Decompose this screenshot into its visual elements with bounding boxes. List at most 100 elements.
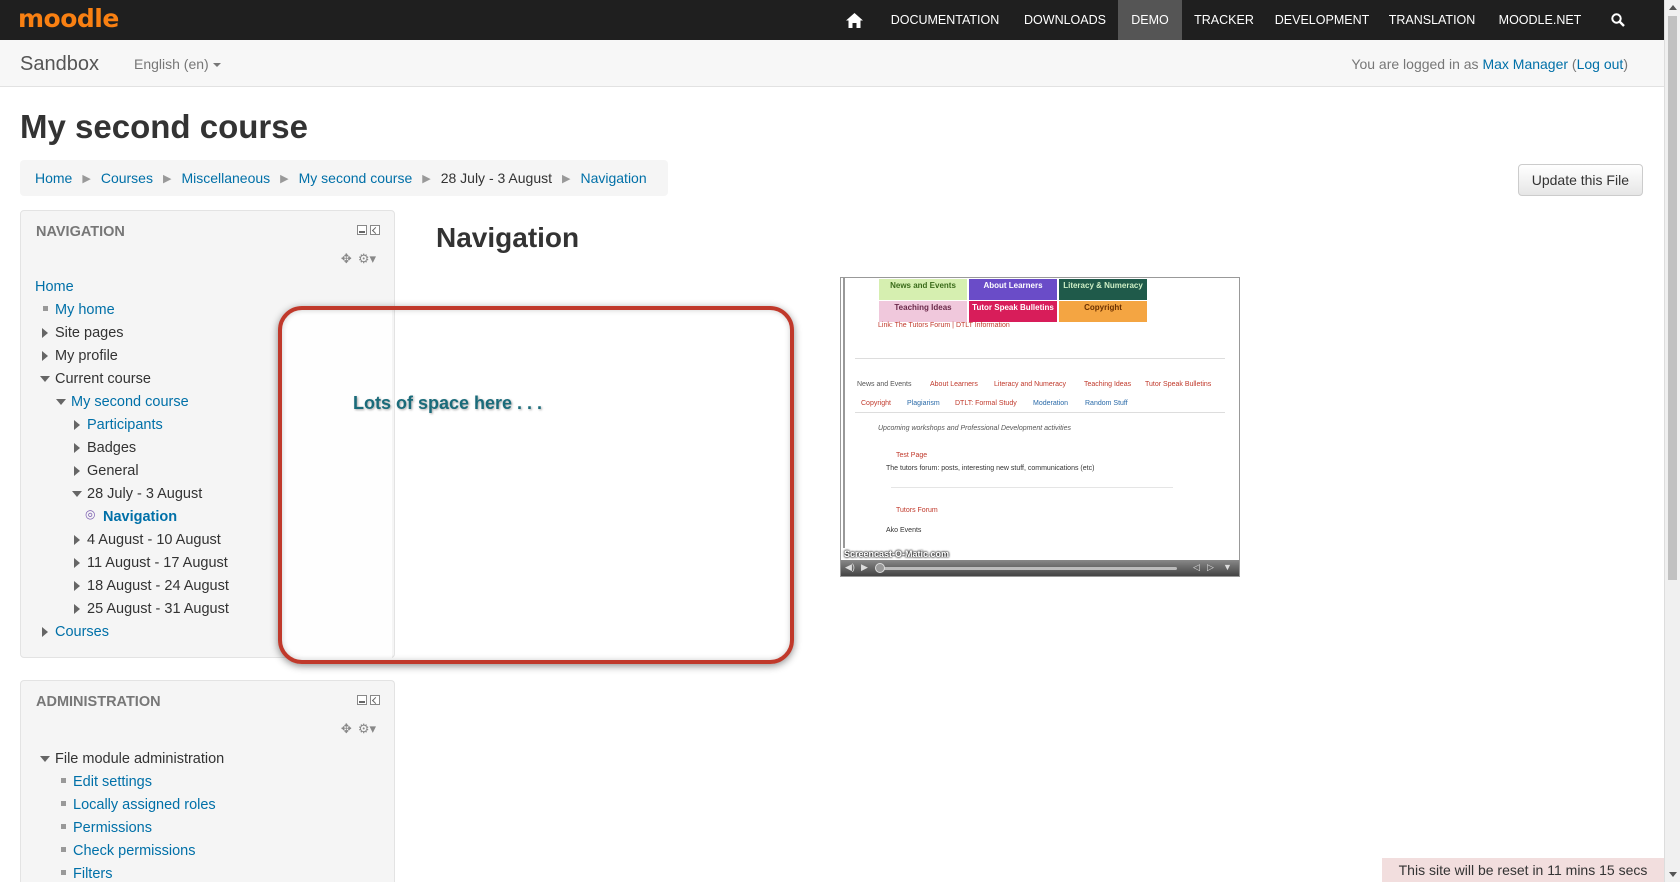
nav-item-participants[interactable]: Participants [87, 417, 163, 433]
video-link-line: Link: The Tutors Forum | DTLT Informatio… [878, 322, 1010, 329]
bullet-icon [43, 306, 48, 311]
collapse-icon[interactable] [40, 756, 50, 762]
seek-handle[interactable] [875, 563, 885, 573]
nav-item-general[interactable]: General [87, 463, 139, 479]
nav-item-week-11-august[interactable]: 11 August - 17 August [87, 555, 228, 571]
collapse-icon[interactable] [40, 376, 50, 382]
move-icon[interactable]: ✥ [341, 721, 352, 737]
moodle-logo[interactable]: moodle [18, 4, 119, 33]
video-tile: About Learners [969, 279, 1057, 300]
move-icon[interactable]: ✥ [341, 251, 352, 267]
gear-icon[interactable]: ⚙▾ [358, 721, 376, 737]
breadcrumb-courses[interactable]: Courses [101, 170, 153, 186]
video-ako-events: Ako Events [886, 527, 922, 534]
nav-item-week-28-july[interactable]: 28 July - 3 August [87, 486, 202, 502]
user-name-link[interactable]: Max Manager [1482, 56, 1568, 72]
video-player[interactable]: News and Events About Learners Literacy … [840, 277, 1240, 577]
rewind-icon[interactable]: ◁ [1193, 562, 1200, 573]
site-name[interactable]: Sandbox [20, 53, 99, 76]
block-tools: ✥ ⚙▾ [341, 721, 376, 737]
scroll-thumb[interactable] [1668, 16, 1677, 580]
update-file-button[interactable]: Update this File [1517, 164, 1643, 196]
scroll-up-icon[interactable] [1669, 5, 1677, 10]
nav-item-navigation[interactable]: Navigation [103, 509, 177, 525]
top-navbar: moodle DOCUMENTATION DOWNLOADS DEMO TRAC… [0, 0, 1664, 40]
scroll-down-icon[interactable] [1669, 872, 1677, 877]
expand-icon[interactable] [74, 535, 80, 545]
gear-icon[interactable]: ⚙▾ [358, 251, 376, 267]
bullet-icon [61, 870, 66, 875]
video-tab: DTLT: Formal Study [955, 400, 1017, 407]
expand-icon[interactable] [74, 466, 80, 476]
navigation-block-title: NAVIGATION [36, 224, 125, 240]
nav-demo[interactable]: DEMO [1118, 0, 1182, 40]
collapse-icon[interactable] [56, 399, 66, 405]
nav-item-my-profile[interactable]: My profile [55, 348, 118, 364]
language-menu[interactable]: English (en) [134, 56, 221, 72]
expand-icon[interactable] [42, 328, 48, 338]
video-controls[interactable]: ◀) ▶ ◁ ▷ ▼ [841, 560, 1239, 576]
expand-icon[interactable] [42, 627, 48, 637]
admin-item-file-module[interactable]: File module administration [55, 751, 224, 767]
volume-icon[interactable]: ◀) [845, 562, 855, 573]
admin-item-filters[interactable]: Filters [73, 866, 112, 882]
page-scrollbar[interactable] [1664, 0, 1680, 882]
nav-item-courses[interactable]: Courses [55, 624, 109, 640]
video-tab: Teaching Ideas [1084, 381, 1132, 388]
admin-item-local-roles[interactable]: Locally assigned roles [73, 797, 216, 813]
nav-moodle-net[interactable]: MOODLE.NET [1490, 0, 1590, 40]
expand-icon[interactable] [74, 604, 80, 614]
forward-icon[interactable]: ▷ [1207, 562, 1214, 573]
nav-item-week-18-august[interactable]: 18 August - 24 August [87, 578, 229, 594]
breadcrumb-separator-icon: ▶ [280, 172, 289, 185]
breadcrumb-course[interactable]: My second course [299, 170, 413, 186]
minimize-icon[interactable] [357, 225, 367, 235]
nav-tracker[interactable]: TRACKER [1186, 0, 1262, 40]
nav-item-week-25-august[interactable]: 25 August - 31 August [87, 601, 229, 617]
expand-icon[interactable] [42, 351, 48, 361]
expand-icon[interactable] [74, 443, 80, 453]
nav-translation[interactable]: TRANSLATION [1382, 0, 1482, 40]
file-resource-icon: ◎ [85, 507, 96, 521]
nav-item-current-course[interactable]: Current course [55, 371, 151, 387]
video-seek-bar[interactable] [877, 567, 1177, 570]
page-title: My second course [20, 108, 308, 145]
play-icon[interactable]: ▶ [861, 562, 868, 573]
nav-development[interactable]: DEVELOPMENT [1268, 0, 1376, 40]
expand-icon[interactable] [74, 558, 80, 568]
nav-item-week-4-august[interactable]: 4 August - 10 August [87, 532, 221, 548]
nav-downloads[interactable]: DOWNLOADS [1015, 0, 1115, 40]
minimize-icon[interactable] [357, 695, 367, 705]
admin-item-check-permissions[interactable]: Check permissions [73, 843, 196, 859]
expand-icon[interactable] [74, 581, 80, 591]
collapse-icon[interactable] [72, 491, 82, 497]
nav-item-my-second-course[interactable]: My second course [71, 394, 189, 410]
block-tools: ✥ ⚙▾ [341, 251, 376, 267]
nav-documentation[interactable]: DOCUMENTATION [880, 0, 1010, 40]
admin-item-edit-settings[interactable]: Edit settings [73, 774, 152, 790]
logout-link[interactable]: Log out [1577, 56, 1624, 72]
nav-item-home[interactable]: Home [35, 279, 74, 295]
video-test-page: Test Page [896, 452, 928, 459]
admin-item-permissions[interactable]: Permissions [73, 820, 152, 836]
home-icon[interactable] [835, 0, 873, 40]
search-icon[interactable] [1600, 0, 1636, 40]
bullet-icon [61, 778, 66, 783]
expand-icon[interactable] [74, 420, 80, 430]
breadcrumb-separator-icon: ▶ [562, 172, 571, 185]
menu-caret-icon[interactable]: ▼ [1223, 562, 1232, 572]
login-prefix: You are logged in as [1351, 56, 1479, 72]
nav-item-site-pages[interactable]: Site pages [55, 325, 124, 341]
breadcrumb-navigation[interactable]: Navigation [580, 170, 646, 186]
caret-down-icon [212, 63, 221, 68]
dock-icon[interactable] [370, 695, 380, 705]
breadcrumb-home[interactable]: Home [35, 170, 72, 186]
dock-icon[interactable] [370, 225, 380, 235]
video-divider [891, 487, 1173, 488]
breadcrumb-miscellaneous[interactable]: Miscellaneous [181, 170, 270, 186]
bullet-icon [61, 847, 66, 852]
nav-item-my-home[interactable]: My home [55, 302, 115, 318]
administration-block: ADMINISTRATION ✥ ⚙▾ File module administ… [20, 680, 395, 882]
video-tab: News and Events [857, 381, 912, 388]
nav-item-badges[interactable]: Badges [87, 440, 136, 456]
